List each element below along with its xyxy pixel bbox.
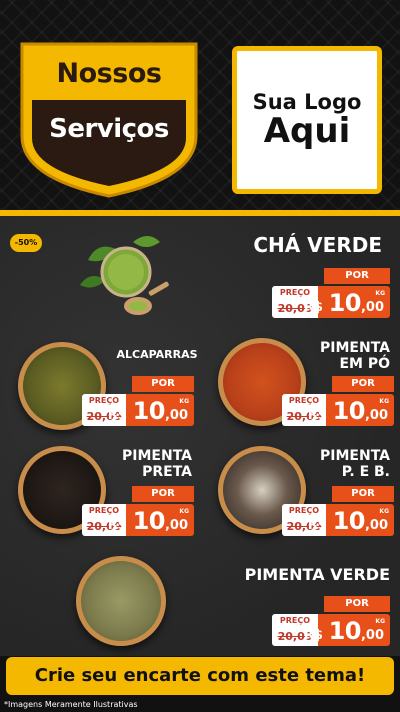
price-tag-pimenta-em-po: POR PREÇO 20,00 KG R$ 10,00 [282,376,394,426]
green-pepper-bowl [76,556,166,646]
product-name-line: PIMENTA [320,448,390,464]
por-label: POR [324,268,390,284]
footer-cta-banner[interactable]: Crie seu encarte com este tema! [6,657,394,695]
price-tag-pimenta-preta: POR PREÇO 20,00 KG R$ 10,00 [82,486,194,536]
new-price-box: KG R$ 10,00 [304,614,390,646]
discount-badge: -50% [10,234,42,252]
new-price: R$ 10,00 [303,289,384,317]
product-name-pimenta-preta: PIMENTA PRETA [122,448,192,480]
new-price: R$ 10,00 [107,397,188,425]
logo-line-2: Aqui [263,111,351,152]
product-name-line: PRETA [142,464,192,481]
title-shield: Nossos Serviços [16,40,202,200]
title-line-1: Nossos [56,58,162,89]
product-name-pimenta-verde: PIMENTA VERDE [244,565,390,584]
por-label: POR [332,486,394,502]
product-name-line: PIMENTA [122,448,192,464]
por-label: POR [332,376,394,392]
price-tag-pimenta-verde: POR PREÇO 20,00 KG R$ 10,00 [272,596,390,646]
product-name-line: PIMENTA [320,340,390,356]
green-tea-image [80,236,169,315]
product-name-line: P. E B. [341,464,390,481]
por-label: POR [324,596,390,612]
product-name-cha-verde: CHÁ VERDE [253,233,382,257]
new-price-box: KG R$ 10,00 [308,394,394,426]
new-price-box: KG R$ 10,00 [108,504,194,536]
por-label: POR [132,376,194,392]
price-tag-pimenta-peb: POR PREÇO 20,00 KG R$ 10,00 [282,486,394,536]
new-price: R$ 10,00 [307,397,388,425]
new-price-box: KG R$ 10,00 [304,286,390,318]
price-tag-alcaparras: POR PREÇO 20,00 KG R$ 10,00 [82,376,194,426]
product-name-pimenta-peb: PIMENTA P. E B. [320,448,390,480]
title-line-2: Serviços [49,114,169,144]
new-price: R$ 10,00 [303,617,384,645]
product-name-pimenta-em-po: PIMENTA EM PÓ [320,340,390,372]
product-name-line: EM PÓ [339,356,390,373]
por-label: POR [132,486,194,502]
price-tag-cha-verde: POR PREÇO 20,00 KG R$ 10,00 [272,268,390,318]
new-price: R$ 10,00 [307,507,388,535]
product-name-alcaparras: ALCAPARRAS [116,348,198,361]
logo-placeholder: Sua Logo Aqui [232,46,382,194]
new-price: R$ 10,00 [107,507,188,535]
new-price-box: KG R$ 10,00 [308,504,394,536]
new-price-box: KG R$ 10,00 [108,394,194,426]
disclaimer-note: *Imagens Meramente Ilustrativas [4,700,138,709]
